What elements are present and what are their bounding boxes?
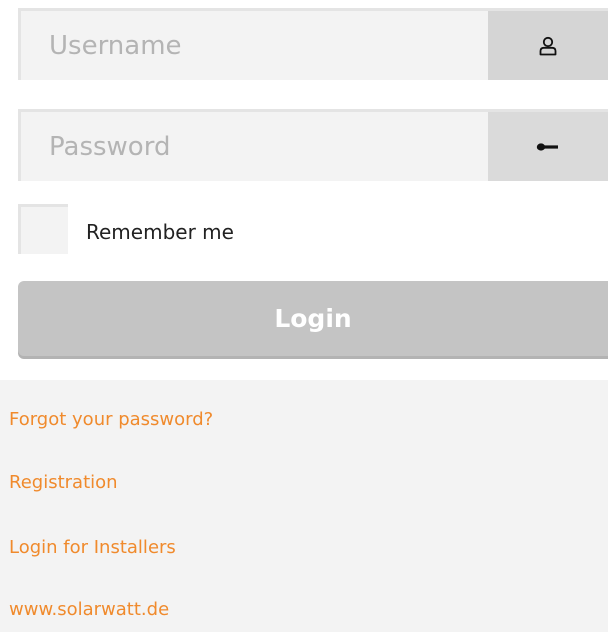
links-section: Forgot your password? Registration Login… [0,380,608,632]
username-addon [488,11,608,80]
user-icon [539,36,557,55]
website-link[interactable]: www.solarwatt.de [9,598,169,622]
registration-link[interactable]: Registration [9,471,118,495]
remember-me-checkbox[interactable] [18,204,68,254]
username-input[interactable] [21,11,487,80]
remember-me-label[interactable]: Remember me [86,218,234,246]
password-addon [488,112,608,181]
password-input[interactable] [21,112,487,181]
login-form: Remember me Login [0,0,608,380]
installers-login-link[interactable]: Login for Installers [9,536,176,560]
login-button[interactable]: Login [18,281,608,356]
key-icon [536,142,558,151]
password-field-group [18,109,608,181]
forgot-password-link[interactable]: Forgot your password? [9,408,213,432]
username-field-group [18,8,608,80]
